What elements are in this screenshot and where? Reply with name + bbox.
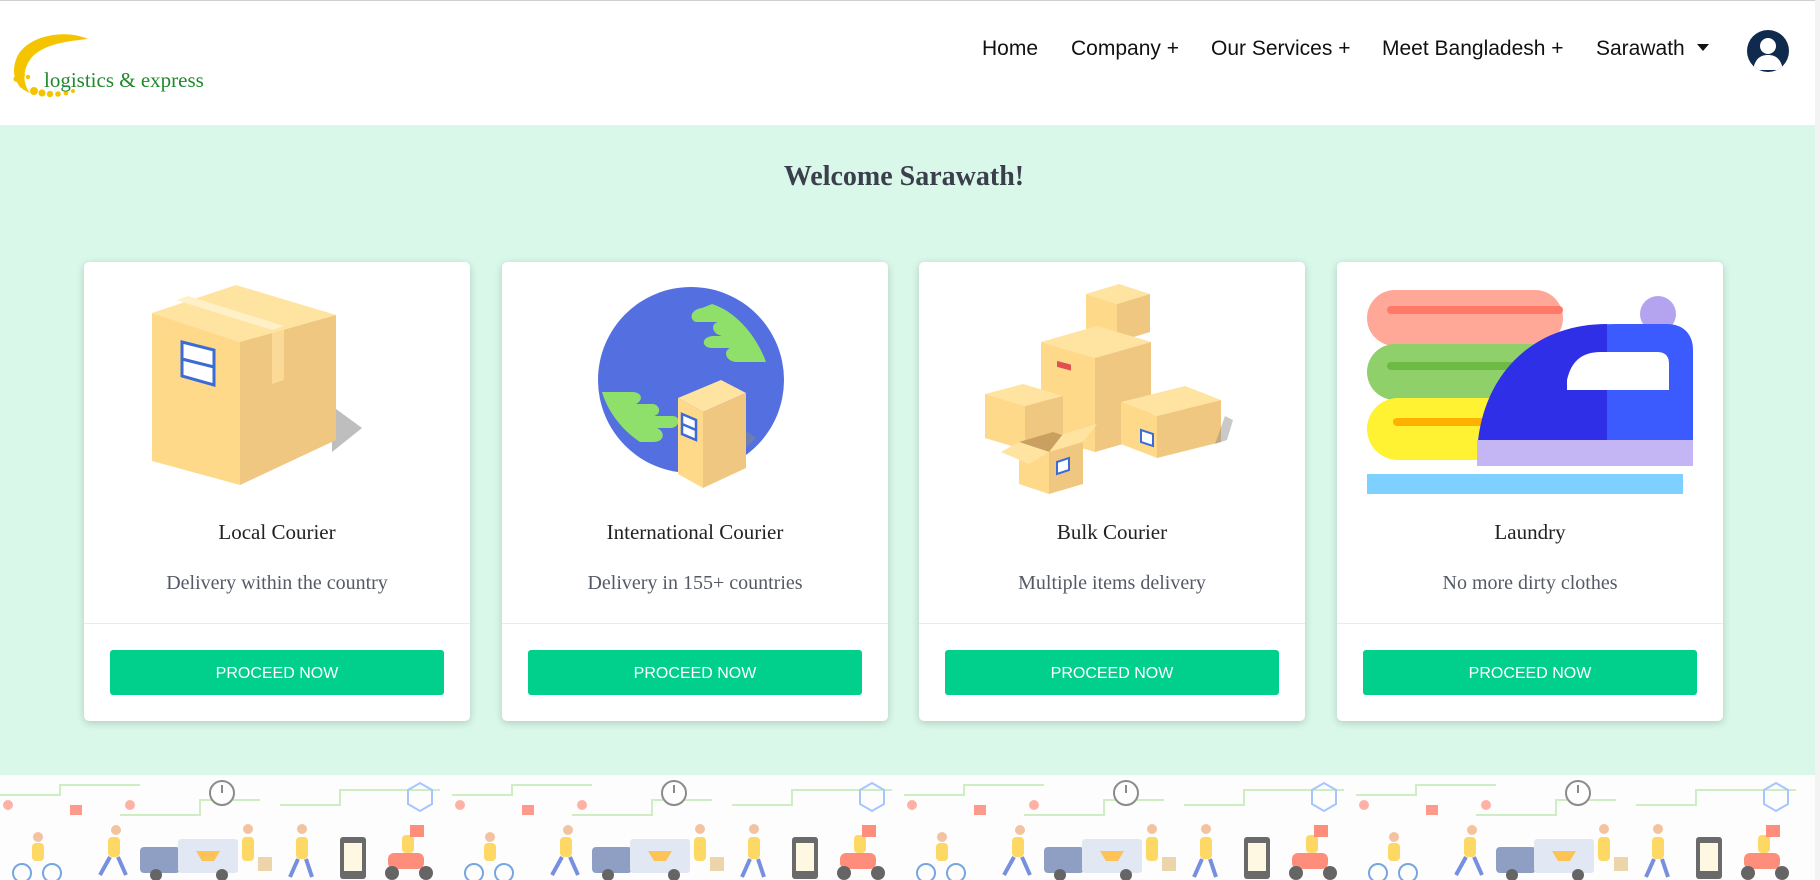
nav-meet-bangladesh[interactable]: Meet Bangladesh +	[1382, 37, 1564, 61]
service-card-bulk-courier: Bulk Courier Multiple items delivery PRO…	[919, 262, 1305, 721]
card-title: International Courier	[606, 520, 784, 544]
user-dropdown[interactable]: Sarawath	[1596, 37, 1709, 61]
navbar: logistics & express Home Company + Our S…	[0, 1, 1815, 125]
proceed-now-button-bulk[interactable]: PROCEED NOW	[945, 650, 1279, 695]
user-avatar-icon[interactable]	[1747, 30, 1789, 72]
nav-home[interactable]: Home	[982, 37, 1038, 61]
nav-our-services[interactable]: Our Services +	[1211, 37, 1350, 61]
service-card-local-courier: Local Courier Delivery within the countr…	[84, 262, 470, 721]
service-card-international-courier: International Courier Delivery in 155+ c…	[502, 262, 888, 721]
card-title: Bulk Courier	[1056, 520, 1168, 544]
site-logo[interactable]: logistics & express	[10, 31, 204, 116]
card-divider	[1337, 623, 1723, 624]
user-name: Sarawath	[1596, 37, 1685, 60]
proceed-now-button-local[interactable]: PROCEED NOW	[110, 650, 444, 695]
card-divider	[84, 623, 470, 624]
iron-clothes-icon	[1367, 282, 1693, 502]
delivery-pattern-image	[0, 779, 1798, 880]
globe-box-icon	[562, 282, 828, 502]
logo-text: logistics & express	[44, 68, 204, 92]
card-description: Delivery within the country	[166, 572, 388, 594]
card-description: Multiple items delivery	[1018, 572, 1206, 594]
caret-down-icon	[1696, 44, 1709, 52]
card-description: No more dirty clothes	[1442, 572, 1618, 594]
box-icon	[144, 282, 410, 502]
scrollbar-track	[1815, 0, 1820, 880]
proceed-now-button-international[interactable]: PROCEED NOW	[528, 650, 862, 695]
card-description: Delivery in 155+ countries	[587, 572, 803, 594]
welcome-heading: Welcome Sarawath!	[783, 161, 1025, 192]
service-card-laundry: Laundry No more dirty clothes PROCEED NO…	[1337, 262, 1723, 721]
card-divider	[502, 623, 888, 624]
nav-company[interactable]: Company +	[1071, 37, 1179, 61]
proceed-now-button-laundry[interactable]: PROCEED NOW	[1363, 650, 1697, 695]
card-title: Local Courier	[218, 520, 336, 544]
delivery-illustration-banner	[0, 775, 1815, 880]
boxes-icon	[979, 282, 1245, 502]
card-title: Laundry	[1494, 520, 1566, 544]
card-divider	[919, 623, 1305, 624]
